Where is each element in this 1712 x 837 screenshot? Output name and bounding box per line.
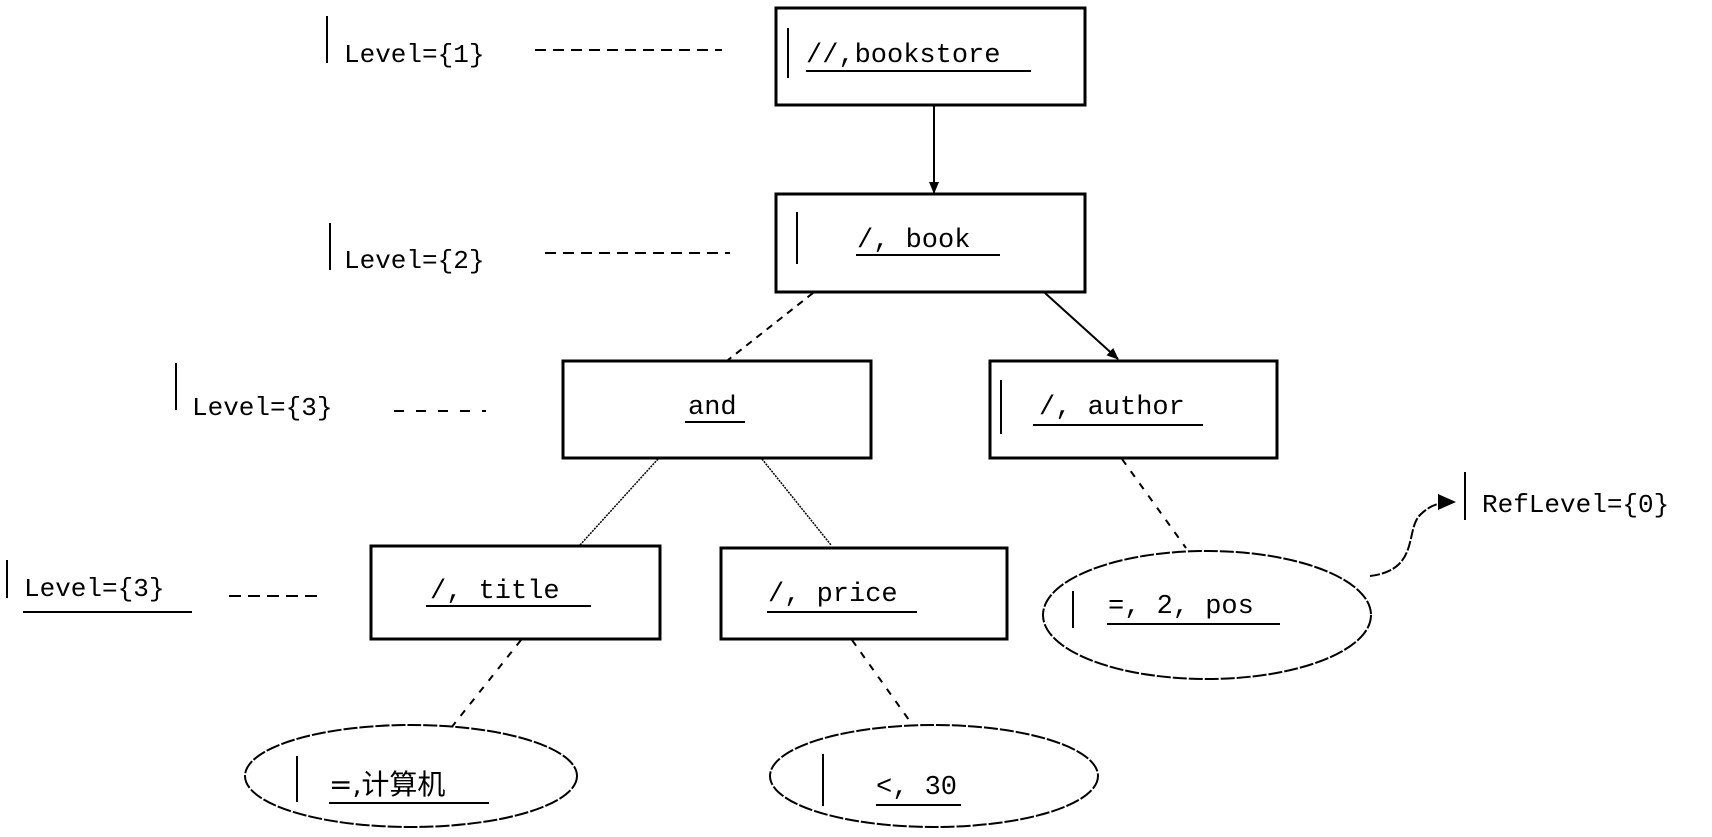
node-label: //,bookstore: [806, 41, 1000, 71]
node-label: /, author: [1039, 393, 1185, 423]
edge-pos-reflevel: [1369, 494, 1456, 577]
edge-and-price: [761, 458, 832, 546]
node-price[interactable]: /, price: [719, 546, 1009, 641]
node-book[interactable]: /, book: [774, 192, 1087, 294]
level-label-3a: Level={3}: [175, 363, 486, 423]
edge-and-title: [579, 458, 659, 546]
node-label: =, 2, pos: [1108, 592, 1254, 622]
node-pos[interactable]: =, 2, pos: [1042, 550, 1372, 680]
node-label: /, title: [430, 577, 560, 607]
node-label: <, 30: [876, 773, 957, 803]
node-computer[interactable]: =,计算机: [244, 724, 578, 828]
level-label-2: Level={2}: [329, 223, 730, 276]
ref-level-text: RefLevel={0}: [1482, 490, 1669, 520]
node-title[interactable]: /, title: [369, 544, 662, 641]
level-label-text: Level={2}: [344, 246, 484, 276]
edge-book-and: [727, 292, 814, 361]
edge-price-lt30: [851, 639, 915, 728]
node-and[interactable]: and: [561, 359, 873, 460]
node-label: =,计算机: [329, 768, 445, 801]
edge-title-computer: [450, 639, 522, 729]
node-label: and: [688, 393, 737, 423]
level-label-text: Level={3}: [192, 393, 332, 423]
query-tree-diagram: Level={1} Level={2} Level={3} Level={3} …: [6, 6, 1669, 828]
node-label: /, book: [857, 226, 970, 256]
node-lt30[interactable]: <, 30: [769, 724, 1099, 828]
edge-book-author: [1044, 292, 1119, 360]
node-label: /, price: [768, 580, 898, 610]
node-bookstore[interactable]: //,bookstore: [774, 6, 1087, 107]
level-label-3b: Level={3}: [6, 560, 320, 613]
edge-author-pos: [1121, 458, 1187, 549]
ref-level-label: RefLevel={0}: [1464, 472, 1669, 520]
level-label-text: Level={3}: [24, 574, 164, 604]
level-label-text: Level={1}: [344, 40, 484, 70]
node-author[interactable]: /, author: [988, 359, 1279, 460]
level-label-1: Level={1}: [326, 16, 722, 70]
